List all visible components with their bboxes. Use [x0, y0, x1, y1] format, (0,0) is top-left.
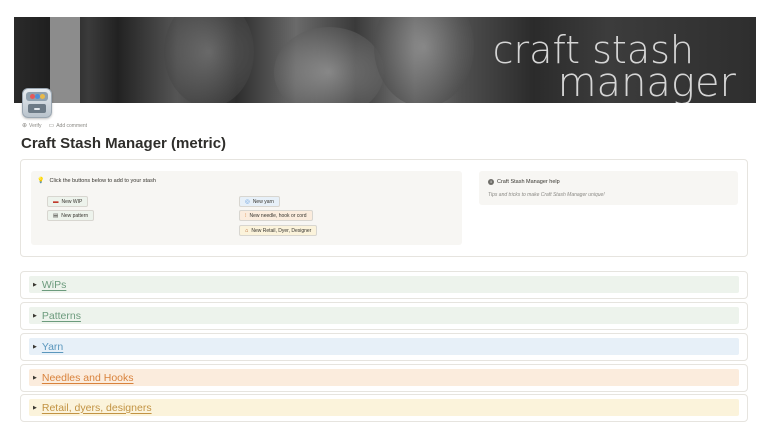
toggle-patterns[interactable]: ▶ Patterns	[29, 307, 739, 324]
toggle-arrow-icon[interactable]: ▶	[33, 405, 37, 411]
toggle-arrow-icon[interactable]: ▶	[33, 282, 37, 288]
section-retail: ▶ Retail, dyers, designers	[20, 394, 748, 422]
section-wips: ▶ WiPs	[20, 271, 748, 299]
toggle-yarn[interactable]: ▶ Yarn	[29, 338, 739, 355]
new-pattern-button[interactable]: ▤ New pattern	[47, 210, 95, 221]
section-label-patterns[interactable]: Patterns	[42, 310, 81, 322]
help-callout-heading: i Craft Stash Manager help	[488, 179, 560, 185]
verify-label: Verify	[29, 122, 42, 129]
add-to-stash-callout: 💡 Click the buttons below to add to your…	[31, 171, 462, 245]
section-needles-hooks: ▶ Needles and Hooks	[20, 364, 748, 392]
pattern-icon: ▤	[53, 212, 59, 219]
add-comment-link[interactable]: ▭ Add comment	[48, 122, 88, 130]
toggle-arrow-icon[interactable]: ▶	[33, 375, 37, 381]
toggle-wips[interactable]: ▶ WiPs	[29, 276, 739, 293]
toggle-arrow-icon[interactable]: ▶	[33, 344, 37, 350]
new-retail-button[interactable]: ⌂ New Retail, Dyer, Designer	[239, 225, 318, 236]
box-handle	[34, 108, 40, 110]
page-meta-row: ⊕ Verify ▭ Add comment	[22, 122, 88, 130]
cover-banner: craft stash manager	[14, 17, 756, 103]
shop-icon: ⌂	[245, 227, 249, 234]
page-icon-storage-box[interactable]	[22, 88, 52, 118]
yarn-skein-image	[374, 17, 474, 103]
yarn-skein-image	[274, 27, 384, 103]
section-patterns: ▶ Patterns	[20, 302, 748, 330]
section-label-needles-hooks[interactable]: Needles and Hooks	[42, 372, 134, 384]
bulb-icon: 💡	[37, 178, 45, 184]
toggle-retail[interactable]: ▶ Retail, dyers, designers	[29, 399, 739, 416]
verify-link[interactable]: ⊕ Verify	[22, 122, 42, 130]
section-yarn: ▶ Yarn	[20, 333, 748, 361]
banner-stripe	[50, 17, 80, 103]
section-label-retail[interactable]: Retail, dyers, designers	[42, 402, 152, 414]
new-wip-button[interactable]: ▬ New WIP	[47, 196, 89, 207]
new-yarn-button[interactable]: ◎ New yarn	[239, 196, 280, 207]
page-title: Craft Stash Manager (metric)	[21, 135, 227, 152]
verify-icon: ⊕	[22, 123, 28, 129]
toggle-needles-hooks[interactable]: ▶ Needles and Hooks	[29, 369, 739, 386]
help-callout[interactable]: i Craft Stash Manager help Tips and tric…	[479, 171, 738, 205]
new-needle-button[interactable]: ⁞ New needle, hook or cord	[239, 210, 313, 221]
banner-title-line-2: manager	[557, 60, 736, 103]
help-callout-subtitle: Tips and tricks to make Craft Stash Mana…	[488, 192, 605, 198]
info-icon: i	[488, 179, 494, 185]
toggle-arrow-icon[interactable]: ▶	[33, 313, 37, 319]
comment-icon: ▭	[48, 123, 55, 129]
section-label-wips[interactable]: WiPs	[42, 279, 67, 291]
section-label-yarn[interactable]: Yarn	[42, 341, 63, 353]
yarn-ball-icon: ◎	[245, 198, 250, 205]
add-callout-heading: 💡 Click the buttons below to add to your…	[37, 177, 156, 185]
yarn-icon: ▬	[53, 198, 59, 205]
yarn-skein-image	[164, 17, 254, 103]
add-comment-label: Add comment	[56, 122, 88, 129]
yarn-dot-icon	[40, 94, 45, 99]
needle-icon: ⁞	[245, 212, 247, 219]
actions-container: 💡 Click the buttons below to add to your…	[20, 159, 748, 257]
